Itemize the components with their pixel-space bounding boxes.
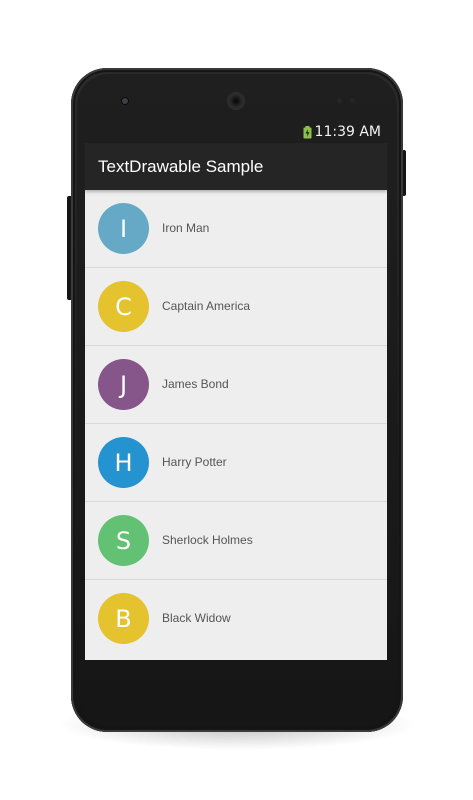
- list-item[interactable]: S Sherlock Holmes: [85, 502, 387, 580]
- list-item-label: Sherlock Holmes: [162, 533, 253, 547]
- avatar: I: [98, 203, 149, 254]
- list-item[interactable]: H Harry Potter: [85, 424, 387, 502]
- avatar: B: [98, 593, 149, 644]
- battery-charging-icon: [303, 126, 312, 139]
- action-bar: TextDrawable Sample: [85, 143, 387, 190]
- avatar: J: [98, 359, 149, 410]
- light-sensor-icon: [350, 98, 355, 103]
- list-item-label: Harry Potter: [162, 455, 227, 469]
- status-bar: 11:39 AM: [85, 122, 387, 143]
- proximity-sensor-icon: [337, 98, 342, 103]
- avatar: C: [98, 281, 149, 332]
- avatar: S: [98, 515, 149, 566]
- list-item-label: Black Widow: [162, 611, 231, 625]
- list-item[interactable]: I Iron Man: [85, 190, 387, 268]
- app-title: TextDrawable Sample: [98, 157, 264, 176]
- list-item[interactable]: J James Bond: [85, 346, 387, 424]
- earpiece-speaker-icon: [228, 93, 244, 109]
- list-item-label: Captain America: [162, 299, 251, 313]
- avatar: H: [98, 437, 149, 488]
- contact-list: I Iron Man C Captain America J James Bon…: [85, 190, 387, 660]
- status-time: 11:39 AM: [314, 124, 381, 140]
- list-item-label: James Bond: [162, 377, 229, 391]
- device-mockup: 11:39 AM TextDrawable Sample I Iron Man …: [0, 0, 473, 800]
- front-camera-icon: [122, 98, 128, 104]
- list-item[interactable]: C Captain America: [85, 268, 387, 346]
- list-item-label: Iron Man: [162, 221, 210, 235]
- app-screen: 11:39 AM TextDrawable Sample I Iron Man …: [85, 122, 387, 660]
- list-item[interactable]: B Black Widow: [85, 580, 387, 658]
